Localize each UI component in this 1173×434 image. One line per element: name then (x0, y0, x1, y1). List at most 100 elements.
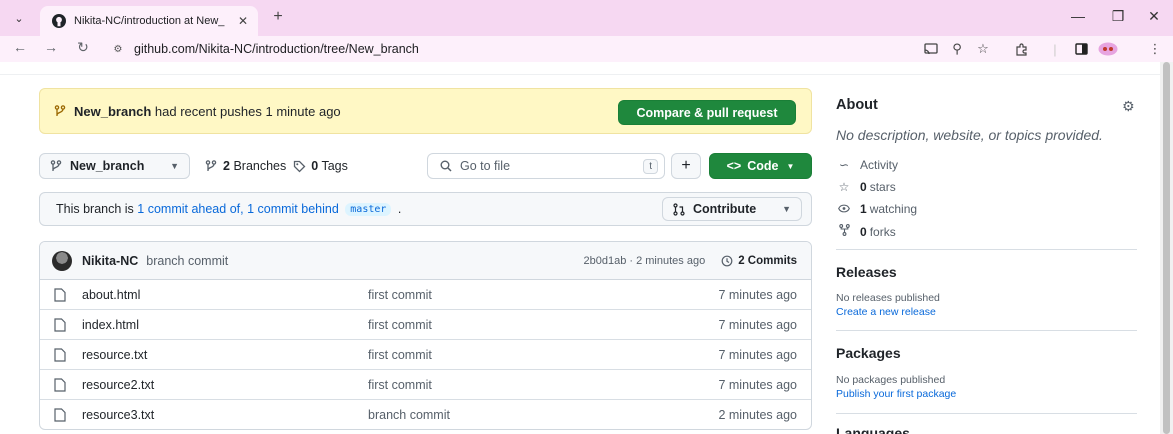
about-heading: About (836, 97, 878, 113)
file-commit-message[interactable]: branch commit (368, 408, 450, 422)
create-release-link[interactable]: Create a new release (836, 306, 936, 318)
activity-link[interactable]: ∽ Activity (836, 158, 898, 172)
zoom-icon[interactable]: ⚲ (948, 40, 966, 58)
code-brackets-icon: <> (726, 159, 742, 173)
commits-ahead-link[interactable]: 1 commit ahead of, (137, 202, 243, 216)
stars-label: stars (869, 180, 896, 194)
git-branch-icon (54, 104, 66, 118)
releases-heading[interactable]: Releases (836, 264, 897, 280)
address-url[interactable]: github.com/Nikita-NC/introduction/tree/N… (134, 42, 419, 56)
sidebar-divider (836, 413, 1137, 414)
site-settings-icon[interactable]: ⚙ (108, 44, 128, 55)
forward-button[interactable]: → (41, 39, 61, 55)
commits-behind-link[interactable]: 1 commit behind (247, 202, 339, 216)
file-row[interactable]: index.html first commit 7 minutes ago (40, 310, 811, 340)
file-commit-message[interactable]: first commit (368, 288, 432, 302)
sidebar-divider (836, 249, 1137, 250)
file-commit-time: 7 minutes ago (718, 287, 797, 302)
watching-link[interactable]: 1 watching (836, 202, 917, 216)
commit-hash-time[interactable]: 2b0d1ab · 2 minutes ago (584, 255, 706, 267)
caret-down-icon: ▼ (786, 161, 795, 171)
go-to-file-input[interactable]: Go to file t (427, 153, 665, 179)
forks-link[interactable]: 0 forks (836, 224, 896, 239)
compare-pull-request-button[interactable]: Compare & pull request (618, 100, 796, 125)
add-file-button[interactable]: + (671, 153, 701, 179)
comparison-suffix: . (394, 202, 402, 216)
restore-button[interactable]: ❒ (1106, 8, 1130, 25)
branches-label: Branches (233, 159, 287, 173)
cast-icon[interactable] (922, 40, 940, 58)
base-branch-badge[interactable]: master (345, 202, 392, 216)
branches-tags-counts: 2 Branches 0 Tags (205, 153, 348, 179)
new-tab-button[interactable]: + (268, 8, 288, 26)
file-row[interactable]: resource3.txt branch commit 2 minutes ag… (40, 400, 811, 429)
chrome-menu-icon[interactable]: ⋮ (1146, 40, 1164, 58)
stars-link[interactable]: ☆ 0 stars (836, 180, 896, 194)
file-commit-time: 7 minutes ago (718, 317, 797, 332)
file-commit-message[interactable]: first commit (368, 318, 432, 332)
banner-branch-name[interactable]: New_branch (74, 104, 151, 119)
branch-selector-label: New_branch (70, 159, 145, 173)
tab-close-icon[interactable]: ✕ (236, 14, 250, 28)
file-row[interactable]: resource.txt first commit 7 minutes ago (40, 340, 811, 370)
code-button[interactable]: <> Code ▼ (709, 153, 812, 179)
file-row[interactable]: about.html first commit 7 minutes ago (40, 280, 811, 310)
commits-history-link[interactable]: 2 Commits (721, 255, 797, 267)
history-clock-icon (721, 255, 733, 267)
go-to-file-placeholder: Go to file (460, 159, 511, 173)
github-favicon-icon (52, 14, 66, 28)
banner-message: had recent pushes 1 minute ago (151, 103, 341, 119)
releases-note: No releases published (836, 292, 940, 304)
tab-search-chevron-icon[interactable]: ⌄ (8, 9, 30, 27)
about-description: No description, website, or topics provi… (836, 127, 1103, 143)
browser-titlebar: ⌄ Nikita-NC/introduction at New_ ✕ + — ❒… (0, 0, 1173, 36)
browser-tab[interactable]: Nikita-NC/introduction at New_ ✕ (40, 6, 258, 36)
file-name-link[interactable]: index.html (82, 318, 139, 332)
scrollbar-thumb[interactable] (1163, 62, 1170, 434)
file-name-link[interactable]: resource3.txt (82, 408, 154, 422)
comparison-prefix: This branch is (56, 202, 138, 216)
forks-count: 0 (860, 224, 867, 239)
tags-link[interactable]: 0 Tags (311, 159, 348, 173)
publish-package-link[interactable]: Publish your first package (836, 388, 956, 400)
gear-icon[interactable]: ⚙ (1122, 98, 1135, 115)
file-name-link[interactable]: about.html (82, 288, 140, 302)
side-panel-icon[interactable] (1072, 40, 1090, 58)
commit-message-link[interactable]: branch commit (146, 254, 228, 268)
branches-count: 2 (223, 159, 230, 173)
branch-icon (50, 159, 62, 173)
branch-selector[interactable]: New_branch ▼ (39, 153, 190, 179)
contribute-button[interactable]: Contribute ▼ (662, 197, 802, 221)
packages-heading[interactable]: Packages (836, 345, 901, 361)
file-commit-message[interactable]: first commit (368, 348, 432, 362)
extensions-puzzle-icon[interactable] (1012, 40, 1030, 58)
reload-button[interactable]: ↻ (73, 39, 93, 56)
file-name-link[interactable]: resource.txt (82, 348, 147, 362)
tag-icon (293, 160, 306, 173)
page-scrollbar[interactable] (1160, 62, 1173, 434)
pull-request-icon (673, 202, 685, 216)
plus-icon: + (681, 157, 691, 174)
file-icon (54, 318, 68, 332)
file-commit-time: 7 minutes ago (718, 377, 797, 392)
browser-toolbar: ← → ↻ ⚙ github.com/Nikita-NC/introductio… (0, 36, 1173, 62)
tab-title: Nikita-NC/introduction at New_ (74, 15, 225, 27)
tags-label: Tags (321, 159, 348, 173)
file-name-link[interactable]: resource2.txt (82, 378, 154, 392)
back-button[interactable]: ← (10, 39, 30, 55)
file-commit-message[interactable]: first commit (368, 378, 432, 392)
profile-avatar-icon[interactable] (1096, 40, 1120, 58)
commit-author-link[interactable]: Nikita-NC (82, 254, 138, 268)
stars-count: 0 (860, 180, 867, 194)
file-commit-time: 7 minutes ago (718, 347, 797, 362)
branches-icon (205, 159, 217, 173)
minimize-button[interactable]: — (1066, 8, 1090, 24)
author-avatar[interactable] (52, 250, 72, 271)
close-window-button[interactable]: ✕ (1142, 8, 1166, 25)
file-row[interactable]: resource2.txt first commit 7 minutes ago (40, 370, 811, 400)
bookmark-star-icon[interactable]: ☆ (974, 40, 992, 58)
commits-count-label: 2 Commits (738, 254, 797, 267)
watching-label: watching (869, 202, 918, 216)
address-bar[interactable]: ⚙ github.com/Nikita-NC/introduction/tree… (108, 38, 988, 60)
branches-link[interactable]: 2 Branches (223, 159, 286, 173)
